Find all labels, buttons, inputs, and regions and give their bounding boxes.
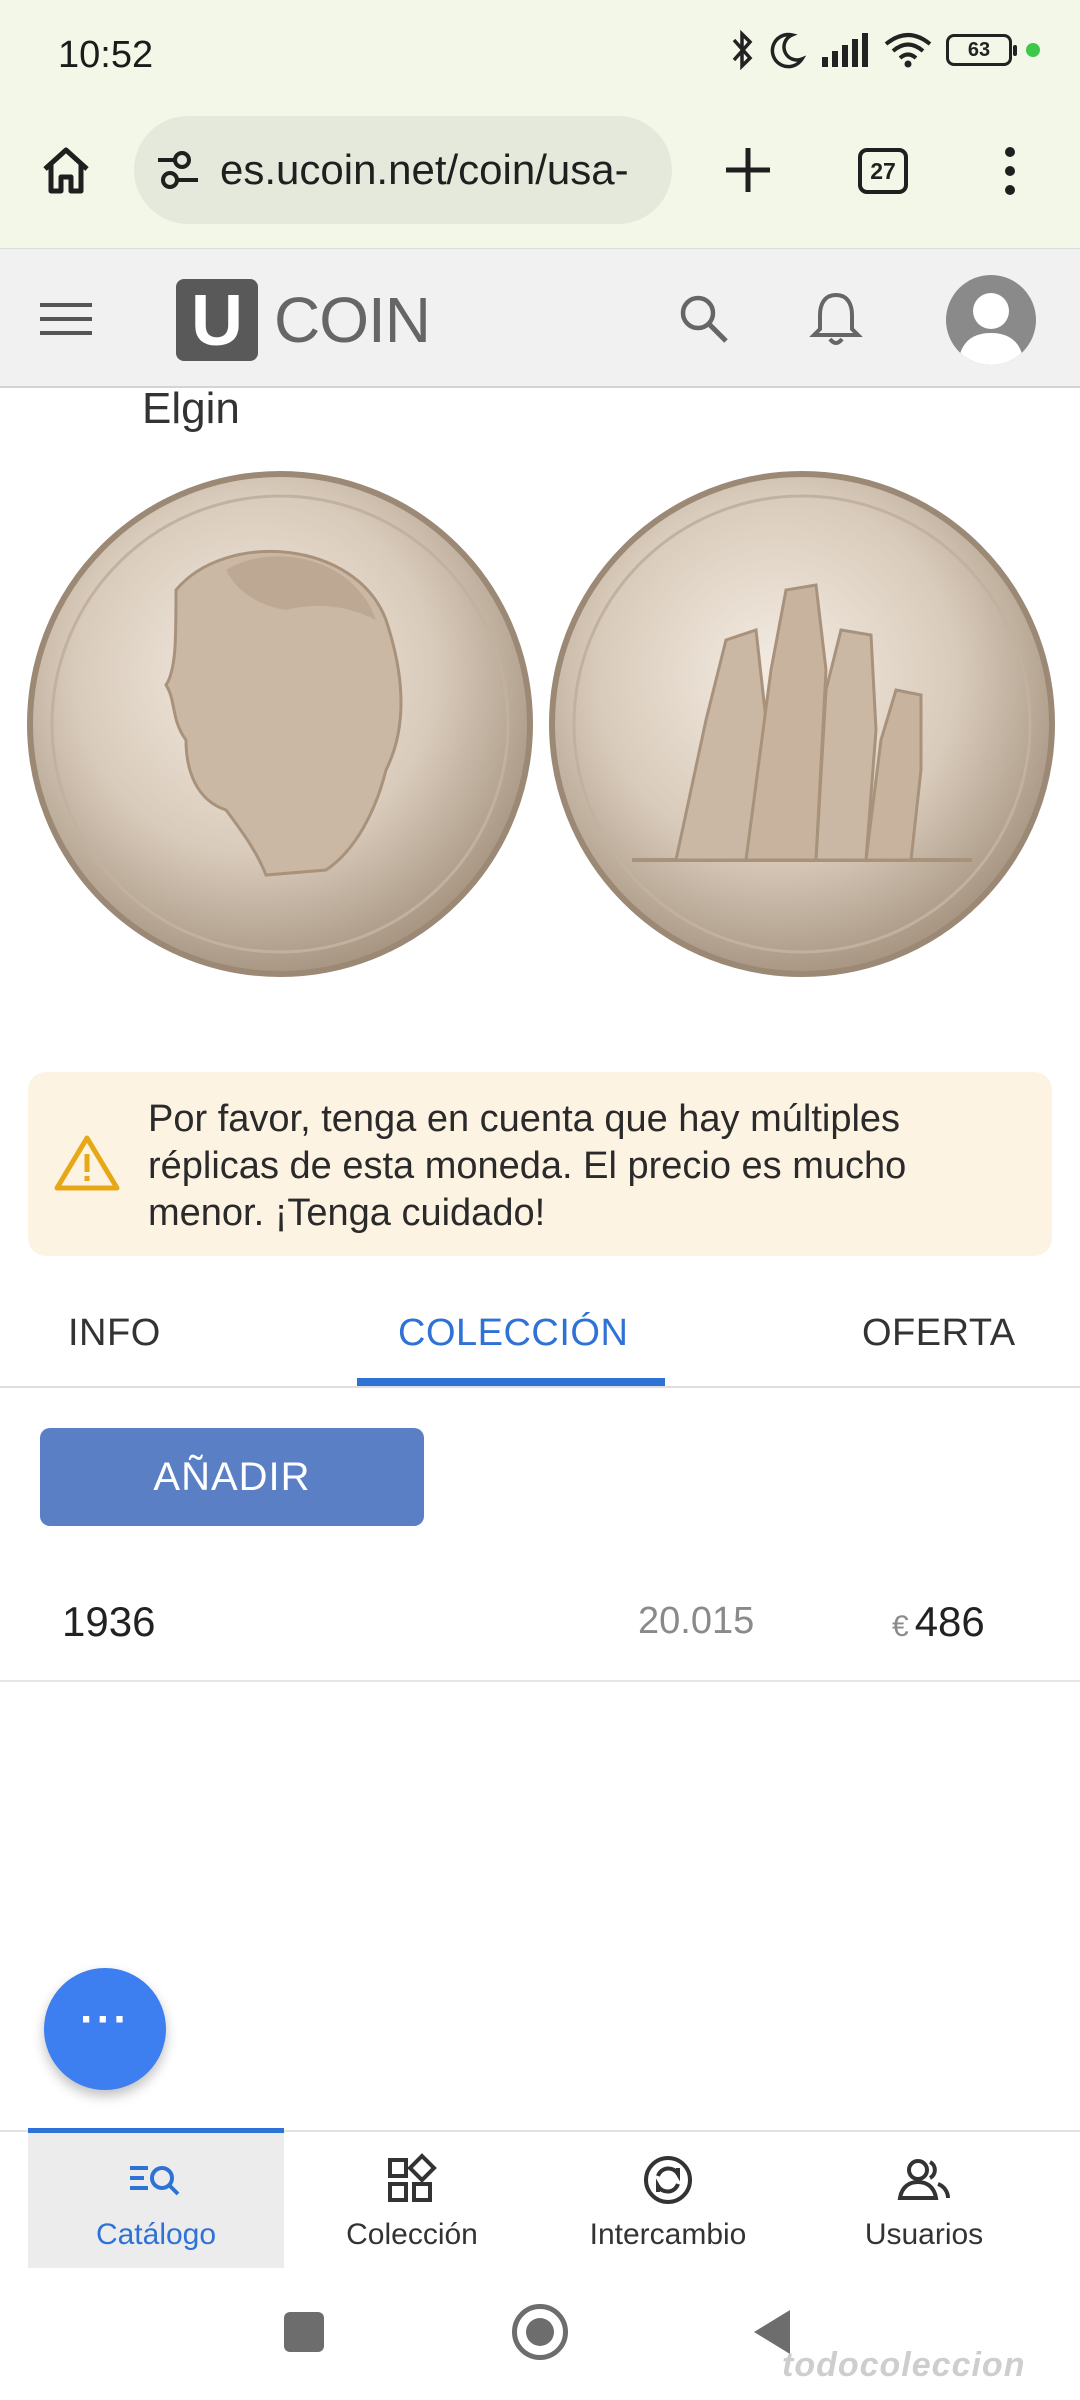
alert-message: Por favor, tenga en cuenta que hay múlti… [148, 1098, 907, 1234]
address-bar[interactable]: es.ucoin.net/coin/usa- [134, 116, 672, 224]
battery-indicator: 63 [946, 34, 1017, 66]
nav-label: Usuarios [864, 2218, 984, 2251]
plus-icon [726, 148, 770, 192]
bottom-navigation: Catálogo Colección Intercambio Usuarios [0, 2128, 1080, 2268]
table-row[interactable]: 1936 20.015 €486 [0, 1572, 1080, 1682]
url-text[interactable]: es.ucoin.net/coin/usa- [220, 146, 629, 194]
status-icons: 63 [730, 30, 1040, 70]
logo-mark: U [176, 279, 258, 361]
users-icon [897, 2159, 950, 2200]
home-button[interactable] [36, 140, 96, 200]
site-header: U COIN [0, 248, 1080, 388]
watermark-text: todocoleccion [782, 2346, 1026, 2384]
bell-icon [809, 292, 863, 345]
user-silhouette-icon [958, 293, 1024, 365]
do-not-disturb-moon-icon [770, 32, 806, 69]
user-avatar[interactable] [946, 275, 1036, 365]
nav-item-usuarios[interactable]: Usuarios [796, 2132, 1052, 2268]
status-bar: 10:52 63 [0, 0, 1080, 110]
coin-tabs: INFO COLECCIÓN OFERTA [0, 1290, 1080, 1388]
active-tab-indicator [357, 1378, 665, 1386]
currency-symbol: € [892, 1610, 909, 1643]
privacy-indicator-dot [1026, 43, 1040, 57]
add-to-collection-button[interactable]: AÑADIR [40, 1428, 424, 1526]
nav-item-intercambio[interactable]: Intercambio [540, 2132, 796, 2268]
bluetooth-icon [732, 30, 753, 70]
tab-coleccion[interactable]: COLECCIÓN [398, 1312, 628, 1355]
collection-grid-icon [388, 2153, 437, 2202]
wifi-icon [884, 33, 932, 68]
coin-obverse-image[interactable] [27, 471, 533, 977]
nav-label: Intercambio [589, 2218, 747, 2251]
nav-item-catalogo[interactable]: Catálogo [28, 2128, 284, 2268]
browser-toolbar: es.ucoin.net/coin/usa- 27 [0, 110, 1080, 248]
site-settings-icon[interactable] [156, 150, 200, 190]
recent-apps-button[interactable] [284, 2312, 324, 2352]
warning-icon [54, 1135, 120, 1191]
tab-switcher-button[interactable]: 27 [858, 148, 908, 194]
row-year: 1936 [62, 1598, 156, 1645]
nav-item-coleccion[interactable]: Colección [284, 2132, 540, 2268]
signal-icon [822, 33, 868, 67]
search-button[interactable] [676, 291, 730, 350]
coin-reverse-image[interactable] [549, 471, 1055, 977]
new-tab-button[interactable] [718, 140, 778, 200]
tab-oferta[interactable]: OFERTA [862, 1312, 1016, 1355]
replica-warning-alert: Por favor, tenga en cuenta que hay múlti… [28, 1072, 1052, 1256]
status-time: 10:52 [58, 34, 154, 76]
row-price: €486 [892, 1598, 985, 1646]
coin-images [27, 471, 1055, 977]
notifications-button[interactable] [808, 289, 864, 354]
more-vertical-icon [1005, 147, 1015, 195]
price-value: 486 [914, 1598, 985, 1645]
row-mintage: 20.015 [638, 1600, 755, 1642]
nav-label: Catálogo [95, 2218, 217, 2251]
tab-info[interactable]: INFO [68, 1312, 161, 1355]
logo-letter: U [191, 281, 243, 361]
browser-menu-button[interactable] [1000, 146, 1020, 196]
hamburger-icon [40, 303, 92, 335]
home-icon [43, 147, 89, 194]
logo-text: COIN [274, 284, 431, 356]
menu-button[interactable] [40, 299, 92, 344]
system-home-button[interactable] [512, 2304, 568, 2360]
search-icon [680, 295, 728, 343]
ucoin-logo[interactable]: U COIN [176, 279, 431, 361]
more-actions-fab[interactable]: ··· [44, 1968, 166, 2090]
catalog-search-icon [130, 2166, 180, 2196]
coin-title: Elgin [142, 384, 240, 433]
exchange-icon [644, 2156, 692, 2204]
nav-label: Colección [346, 2218, 478, 2251]
